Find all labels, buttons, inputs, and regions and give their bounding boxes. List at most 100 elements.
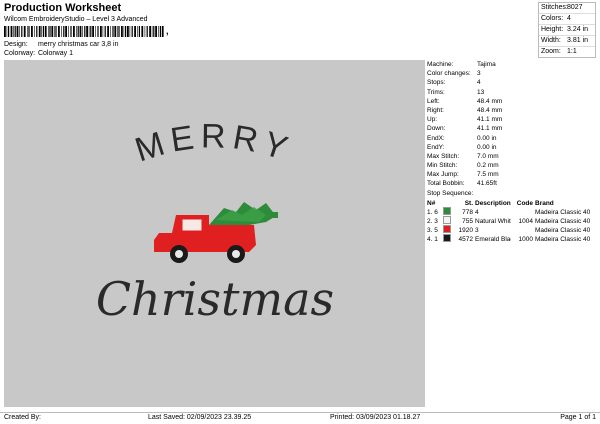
stat-width: Width: 3.81 in bbox=[539, 36, 595, 47]
stat-zoom: Zoom: 1:1 bbox=[539, 47, 595, 57]
row-stitches: 1920 bbox=[458, 227, 473, 235]
header-n: N# bbox=[427, 199, 436, 207]
machine-info-label: Left: bbox=[427, 97, 440, 105]
machine-info-value: 4 bbox=[477, 79, 481, 87]
machine-info-value: 48.4 mm bbox=[477, 97, 503, 105]
machine-info-label: Color changes: bbox=[427, 70, 471, 78]
stat-label: Stitches: bbox=[541, 4, 568, 11]
last-saved: Last Saved: 02/09/2023 23.39.25 bbox=[148, 414, 252, 421]
machine-info-label: EndX: bbox=[427, 134, 445, 142]
row-brand: Madeira Classic 40 bbox=[535, 236, 591, 244]
machine-info-label: Trims: bbox=[427, 88, 445, 96]
stat-label: Zoom: bbox=[541, 48, 561, 55]
row-stitches: 755 bbox=[462, 218, 473, 225]
page-number: Page 1 of 1 bbox=[560, 414, 596, 421]
color-swatch bbox=[443, 225, 451, 234]
row-brand: Madeira Classic 40 bbox=[535, 208, 591, 216]
machine-info-label: Down: bbox=[427, 125, 446, 133]
header-brand: Brand bbox=[535, 199, 554, 207]
row-code: 1000 bbox=[518, 236, 533, 244]
machine-info-label: Max Stitch: bbox=[427, 152, 460, 160]
machine-info-row: EndY: 0.00 in bbox=[427, 143, 597, 152]
machine-info-row: Total Bobbin: 41.65ft bbox=[427, 179, 597, 188]
machine-info-value: 41.65ft bbox=[477, 180, 497, 188]
stat-stitches: Stitches: 8027 bbox=[539, 3, 595, 14]
row-brand: Madeira Classic 40 bbox=[535, 227, 591, 235]
christmas-text: Christmas bbox=[96, 272, 334, 326]
machine-info-row: Trims: 13 bbox=[427, 88, 597, 97]
machine-info-row: Left: 48.4 mm bbox=[427, 97, 597, 106]
machine-info-row: EndX: 0.00 in bbox=[427, 134, 597, 143]
machine-info-label: Up: bbox=[427, 116, 438, 124]
stat-value: 1:1 bbox=[567, 48, 577, 55]
machine-info-label: Min Stitch: bbox=[427, 162, 458, 170]
row-code: 1004 bbox=[518, 218, 533, 225]
stat-label: Height: bbox=[541, 26, 564, 33]
design-preview: MERRY Christmas bbox=[4, 60, 425, 407]
stat-value: 4 bbox=[567, 15, 571, 22]
design-label: Design: bbox=[4, 41, 28, 48]
machine-info-value: 7.5 mm bbox=[477, 171, 499, 179]
row-index: 3. 5 bbox=[427, 227, 438, 235]
header-stitches: St. bbox=[464, 199, 473, 207]
stop-sequence-label: Stop Sequence: bbox=[427, 189, 474, 197]
stat-value: 3.81 in bbox=[567, 37, 589, 44]
machine-info-label: Machine: bbox=[427, 61, 454, 68]
machine-info-label: Right: bbox=[427, 106, 444, 114]
header-description: Description bbox=[475, 199, 511, 207]
machine-info-label: Max Jump: bbox=[427, 171, 459, 179]
created-by: Created By: bbox=[4, 414, 41, 421]
row-description: 3 bbox=[475, 227, 479, 235]
machine-info-value: 13 bbox=[477, 88, 485, 96]
stat-label: Colors: bbox=[541, 15, 564, 22]
machine-info-row: Stops: 4 bbox=[427, 78, 597, 87]
stats-box: Stitches: 8027 Colors: 4 Height: 3.24 in Wi… bbox=[538, 2, 596, 58]
machine-info-row: Right: 48.4 mm bbox=[427, 106, 597, 115]
row-index: 4. 1 bbox=[427, 236, 438, 244]
machine-info-value: 48.4 mm bbox=[477, 106, 503, 114]
machine-info-row: Machine: Tajima bbox=[427, 60, 597, 69]
machine-info-row: Down: 41.1 mm bbox=[427, 124, 597, 133]
barcode bbox=[4, 26, 164, 37]
row-description: Emerald Black bbox=[475, 236, 511, 244]
footer: Created By: Last Saved: 02/09/2023 23.39… bbox=[0, 412, 600, 424]
stat-value: 3.24 in bbox=[567, 26, 589, 33]
row-index: 1. 6 bbox=[427, 208, 438, 216]
machine-info-row: Max Stitch: 7.0 mm bbox=[427, 152, 597, 161]
christmas-tree bbox=[209, 202, 278, 225]
row-stitches: 778 bbox=[462, 208, 473, 216]
machine-info-label: EndY: bbox=[427, 143, 445, 151]
merry-text: MERRY bbox=[131, 117, 298, 169]
machine-info-row: Color changes: 3 bbox=[427, 69, 597, 78]
machine-info-label: Stops: bbox=[427, 79, 446, 87]
machine-info-value: 7.0 mm bbox=[477, 152, 499, 160]
row-index: 2. 3 bbox=[427, 218, 438, 225]
machine-info-value: 41.1 mm bbox=[477, 125, 503, 133]
machine-info-panel: Machine: Tajima Color changes: 3 Stops: 4 Trim… bbox=[427, 60, 597, 407]
colorway-row: Colorway: Colorway 1 bbox=[4, 50, 73, 57]
header-code: Code bbox=[516, 199, 533, 207]
color-swatch bbox=[443, 206, 451, 215]
machine-info-value: 0.00 in bbox=[477, 143, 497, 151]
machine-info-value: 3 bbox=[477, 70, 481, 78]
machine-info-value: Tajima bbox=[477, 61, 496, 68]
barcode-suffix: , bbox=[166, 26, 169, 36]
machine-info-row: Max Jump: 7.5 mm bbox=[427, 170, 597, 179]
machine-info-value: 41.1 mm bbox=[477, 116, 503, 124]
embroidery-artwork: MERRY Christmas bbox=[96, 117, 334, 326]
color-swatch bbox=[443, 234, 451, 243]
printed-date: Printed: 03/09/2023 01.18.27 bbox=[330, 414, 421, 421]
machine-info-value: 0.2 mm bbox=[477, 162, 499, 170]
worksheet-title: Production Worksheet bbox=[4, 2, 122, 14]
colorway-value: Colorway 1 bbox=[37, 50, 73, 57]
machine-info-value: 0.00 in bbox=[477, 134, 497, 142]
row-stitches: 4572 bbox=[458, 236, 473, 244]
machine-info-label: Total Bobbin: bbox=[427, 180, 465, 188]
stat-value: 8027 bbox=[567, 4, 583, 11]
software-name: Wilcom EmbroideryStudio – Level 3 Advanc… bbox=[4, 16, 148, 23]
color-swatch bbox=[443, 216, 451, 224]
row-description: 4 bbox=[475, 208, 479, 216]
colorway-label: Colorway: bbox=[4, 50, 36, 57]
sequence-row: 4. 1 4572Emerald Black 1000Madeira Classic… bbox=[427, 234, 597, 244]
stat-label: Width: bbox=[541, 37, 561, 44]
